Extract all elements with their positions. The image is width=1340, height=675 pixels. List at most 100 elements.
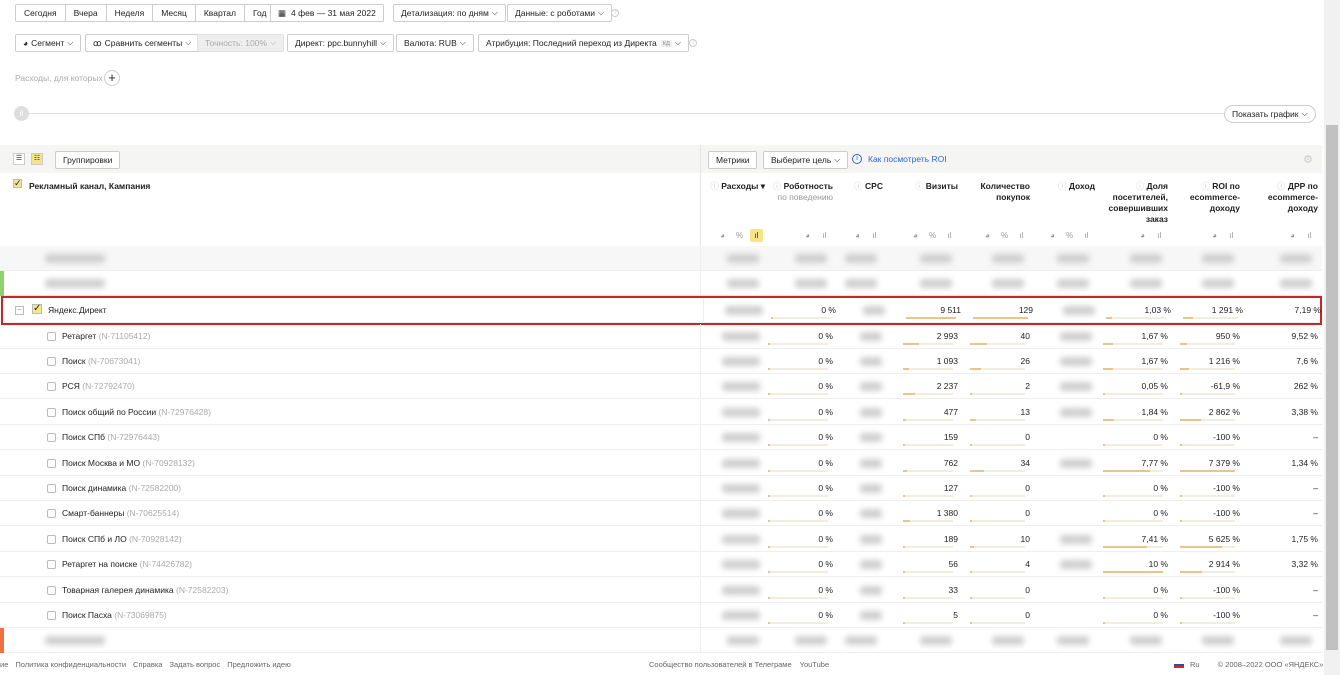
column-header[interactable]: ⓘ CPC [843,181,883,192]
show-chart-button[interactable]: Показать график ⌵ [1224,105,1316,123]
footer-link-youtube[interactable]: YouTube [800,660,829,669]
row-checkbox[interactable] [47,509,56,519]
column-header[interactable]: ⓘ ДРР по ecommerce-доходу [1253,181,1318,214]
tree-view-icon[interactable]: ☷ [31,153,43,165]
row-checkbox[interactable] [47,433,56,443]
row-checkbox[interactable] [47,560,56,570]
footer-link[interactable]: Предложить идею [227,660,291,669]
bar-chart-icon[interactable]: ıl [1080,229,1093,242]
blurred-value [1057,254,1089,263]
table-row[interactable] [0,628,1322,653]
date-range-button[interactable]: ▦ 4 фев — 31 мая 2022 [270,4,384,22]
footer-link[interactable]: ие [0,660,8,669]
pie-chart-icon[interactable]: ◕ [981,229,994,242]
row-checkbox[interactable]: ✓ [32,304,42,314]
table-row[interactable]: Ретаргет на поиске (N-74426782) 0 % 56 4 10 … [0,552,1322,578]
column-header[interactable]: ⓘ Визиты [898,181,958,192]
table-row[interactable] [0,246,1322,271]
row-checkbox[interactable] [47,407,56,417]
row-checkbox[interactable] [47,585,56,595]
period-month[interactable]: Месяц [153,4,196,22]
period-today[interactable]: Сегодня [15,4,66,22]
direct-dropdown[interactable]: Директ: ppc.bunnyhill ⌵ [287,34,395,52]
detail-dropdown[interactable]: Детализация: по дням ⌵ [393,4,506,22]
vertical-scrollbar[interactable] [1324,0,1340,675]
pie-chart-icon[interactable]: ◕ [1136,229,1149,242]
row-checkbox[interactable] [47,534,56,544]
table-row[interactable]: Смарт-баннеры (N-70625514) 0 % 1 380 0 0 % -1… [0,501,1322,527]
segment-dropdown[interactable]: ◕ Сегмент ⌵ [15,34,82,52]
row-checkbox[interactable] [47,382,56,392]
pie-chart-icon[interactable]: ◕ [716,229,729,242]
footer-link-telegram[interactable]: Сообщество пользователей в Телеграме [649,660,792,669]
table-row[interactable]: Поиск (N-70673041) 0 % 1 093 26 1,67 % 1 216 … [0,348,1322,374]
row-checkbox[interactable] [47,610,56,620]
column-header[interactable]: ⓘ ROI по ecommerce-доходу [1175,181,1240,214]
bar-chart-icon[interactable]: ıl [868,229,881,242]
table-row[interactable]: Поиск общий по России (N-72976428) 0 % 477… [0,399,1322,425]
pie-chart-icon[interactable]: ◕ [1208,229,1221,242]
add-filter-button[interactable]: + [104,70,120,86]
column-header[interactable]: ⓘ Роботность по поведению [763,181,833,203]
pie-chart-icon[interactable]: ◕ [909,229,922,242]
percent-icon[interactable]: % [926,229,939,242]
settings-gear-icon[interactable]: ⚙ [1303,153,1313,166]
currency-dropdown[interactable]: Валюта: RUB ⌵ [396,34,474,52]
collapse-icon[interactable]: − [15,306,24,315]
help-icon[interactable]: ? [689,39,697,47]
bar-chart-icon[interactable]: ıl [943,229,956,242]
table-row[interactable]: Товарная галерея динамика (N-72582203) 0 … [0,577,1322,603]
table-row[interactable]: Поиск СПб и ЛО (N-70928142) 0 % 189 10 7,41 … [0,526,1322,552]
list-view-icon[interactable]: ☰ [13,153,25,165]
blurred-expenses [722,382,760,392]
pie-chart-icon[interactable]: ◕ [1286,229,1299,242]
pie-chart-icon[interactable]: ◕ [801,229,814,242]
column-header[interactable]: Количество покупок [965,181,1030,203]
table-row[interactable]: Ретаргет (N-71105412) 0 % 2 993 40 1,67 % 950… [0,323,1322,349]
language-switch[interactable]: Ru [1190,660,1200,669]
footer-link[interactable]: Справка [133,660,162,669]
bar-chart-icon[interactable]: ıl [1153,229,1166,242]
percent-icon[interactable]: % [733,229,746,242]
value-bar [768,367,828,370]
bar-chart-icon[interactable]: ıl [1225,229,1238,242]
bar-chart-icon[interactable]: ıl [1303,229,1316,242]
attribution-dropdown[interactable]: Атрибуция: Последний переход из Директа к… [478,34,689,52]
footer-link[interactable]: Задать вопрос [169,660,220,669]
percent-icon[interactable]: % [1063,229,1076,242]
bar-chart-icon[interactable]: ıl [1015,229,1028,242]
pie-chart-icon[interactable]: ◕ [851,229,864,242]
column-header[interactable]: ⓘ Доход [1040,181,1095,192]
row-checkbox[interactable] [47,356,56,366]
metrics-button[interactable]: Метрики [708,151,758,169]
row-checkbox[interactable] [47,458,56,468]
period-week[interactable]: Неделя [106,4,154,22]
data-mode-dropdown[interactable]: Данные: с роботами ⌵ [507,4,613,22]
pie-chart-icon[interactable]: ◕ [1046,229,1059,242]
cell-share: 0 % [1153,508,1168,519]
column-header[interactable]: ⓘ Доля посетителей, совершивших заказ [1098,181,1168,225]
bar-chart-icon[interactable]: ıl [818,229,831,242]
roi-help-link[interactable]: Как посмотреть ROI [868,154,947,164]
row-checkbox[interactable] [47,331,56,341]
period-yesterday[interactable]: Вчера [65,4,107,22]
table-row[interactable]: Поиск Пасха (N-73069875) 0 % 5 0 0 % -100 % – [0,602,1322,628]
row-checkbox[interactable] [47,483,56,493]
help-icon[interactable]: ? [611,9,619,17]
compare-segments-dropdown[interactable]: ꝏ Сравнить сегменты ⌵ [85,34,200,52]
bar-chart-icon[interactable]: ıl [750,229,763,242]
column-header[interactable]: ⓘ Расходы ▾ [705,181,765,192]
groupings-button[interactable]: Группировки [55,151,121,169]
percent-icon[interactable]: % [998,229,1011,242]
goal-dropdown[interactable]: Выберите цель ⌵ [763,151,849,169]
table-row[interactable]: Поиск динамика (N-72582200) 0 % 127 0 0 % -10… [0,475,1322,501]
footer-link[interactable]: Политика конфиденциальности [15,660,126,669]
table-row[interactable]: Поиск Москва и МО (N-70928132) 0 % 762 34 7,… [0,450,1322,476]
table-row[interactable] [0,271,1322,296]
period-quarter[interactable]: Квартал [195,4,245,22]
table-row[interactable]: Поиск СПб (N-72976443) 0 % 159 0 0 % -100 % – [0,425,1322,451]
table-row-parent[interactable]: − ✓ Яндекс.Директ 0 % 9 511 129 1,03 % 1 291 % 7… [1,296,1322,325]
scrollbar-thumb[interactable] [1326,125,1338,650]
select-all-checkbox[interactable]: ✓ [13,179,22,188]
table-row[interactable]: РСЯ (N-72792470) 0 % 2 237 2 0,05 % -61,9 % 26… [0,374,1322,400]
